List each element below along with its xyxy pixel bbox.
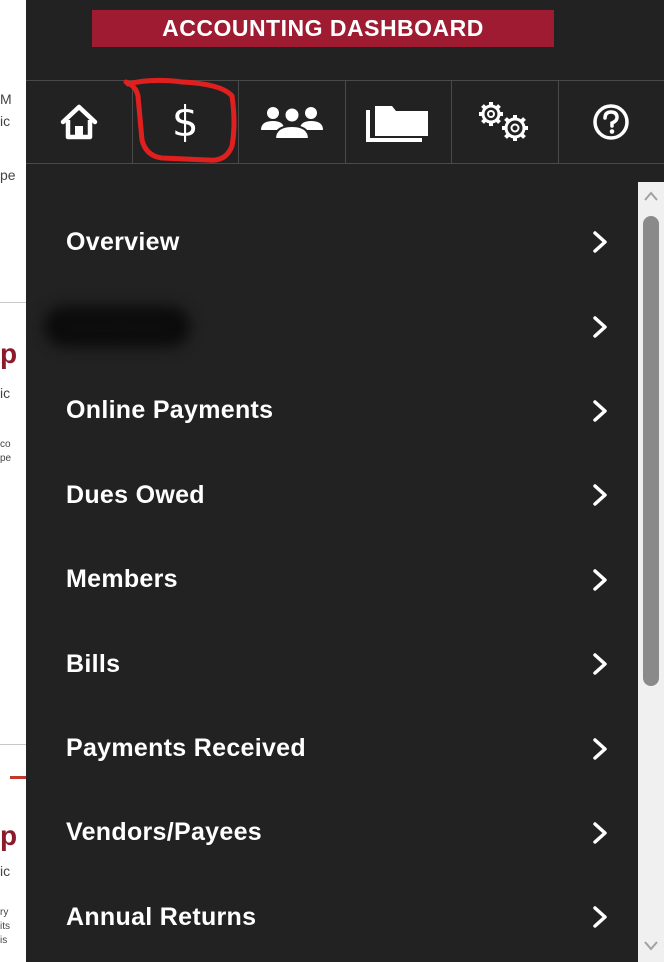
gears-icon [478, 102, 528, 141]
bg-text-fragment: co [0, 439, 11, 450]
menu-item-dues-owed[interactable]: Dues Owed [26, 453, 636, 537]
bg-text-fragment: its [0, 921, 10, 932]
settings-button[interactable] [452, 81, 559, 163]
menu-item-vendors-payees[interactable]: Vendors/Payees [26, 791, 636, 875]
scroll-down-icon[interactable] [644, 940, 658, 952]
menu-item-label: Dues Owed [66, 480, 205, 509]
menu-item-overview[interactable]: Overview [26, 200, 636, 284]
chevron-right-icon [593, 653, 607, 675]
folder-icon [366, 106, 429, 142]
chevron-right-icon [593, 737, 607, 760]
bg-text-fragment: ry [0, 907, 9, 918]
home-icon [60, 104, 97, 140]
chevron-right-icon [593, 315, 607, 338]
bg-text-fragment: ic [0, 863, 11, 879]
chevron-right-icon [593, 569, 607, 591]
bg-text-fragment: ic [0, 385, 11, 401]
bg-text-fragment: pe [0, 453, 12, 464]
bg-accent-line [10, 776, 26, 779]
chevron-right-icon [593, 231, 607, 253]
menu-item-label: Payments Received [66, 734, 306, 763]
menu-item-members[interactable]: Members [26, 538, 636, 622]
help-icon [593, 104, 629, 140]
bg-text-fragment: pe [0, 167, 16, 183]
menu-item-label: Bills [66, 649, 121, 678]
menu-item-payments-received[interactable]: Payments Received [26, 706, 636, 790]
toolbar: $ [26, 80, 664, 164]
accounting-menu: Overview Invoices Online Payments Dues O… [26, 200, 636, 960]
menu-item-label: Members [66, 565, 178, 594]
bg-heading-fragment: p [0, 820, 18, 851]
menu-item-label: Vendors/Payees [66, 818, 262, 847]
menu-item-label: Annual Returns [66, 902, 257, 931]
bg-heading-fragment: p [0, 338, 18, 369]
bg-text-fragment: ic [0, 113, 11, 129]
documents-button[interactable] [346, 81, 452, 163]
menu-item-annual-returns[interactable]: Annual Returns [26, 875, 636, 959]
chevron-right-icon [593, 906, 607, 929]
menu-item-online-payments[interactable]: Online Payments [26, 369, 636, 453]
accounting-button[interactable]: $ [133, 81, 239, 163]
scroll-up-icon[interactable] [644, 190, 658, 202]
chevron-right-icon [593, 822, 607, 844]
scrollbar-thumb[interactable] [643, 216, 659, 686]
dollar-icon: $ [171, 97, 199, 146]
menu-item-bills[interactable]: Bills [26, 622, 636, 706]
bg-divider [0, 302, 26, 303]
dashboard-title: ACCOUNTING DASHBOARD [92, 10, 554, 47]
help-button[interactable] [559, 81, 664, 163]
home-button[interactable] [26, 81, 133, 163]
bg-divider [0, 744, 26, 745]
accounting-panel: ACCOUNTING DASHBOARD $ Overview Invoices… [26, 0, 664, 962]
bg-text-fragment: is [0, 935, 8, 946]
menu-item-label: Overview [66, 227, 180, 256]
menu-item-label: Online Payments [66, 396, 274, 425]
bg-text-fragment: M [0, 91, 12, 107]
people-icon [260, 106, 323, 140]
members-button[interactable] [239, 81, 346, 163]
chevron-right-icon [593, 400, 607, 422]
menu-item-label: Invoices [44, 306, 191, 348]
menu-item-redacted[interactable]: Invoices [26, 284, 636, 368]
chevron-right-icon [593, 484, 607, 507]
menu-scrollbar[interactable] [638, 182, 664, 962]
